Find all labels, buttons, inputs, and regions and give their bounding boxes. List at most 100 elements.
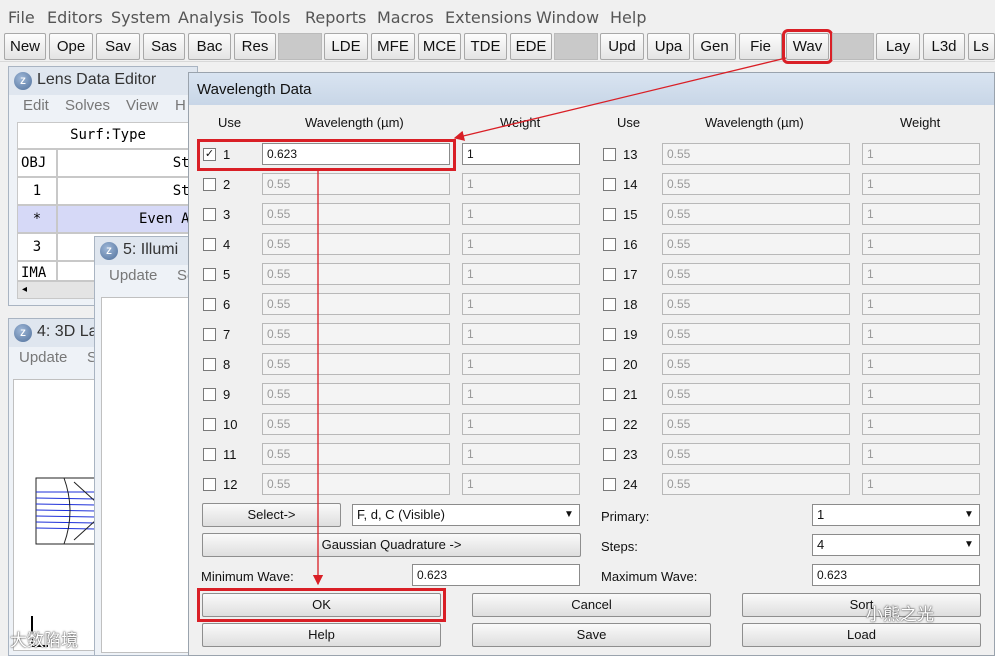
- use-checkbox[interactable]: [203, 328, 216, 341]
- tb-tde-button[interactable]: TDE: [464, 33, 507, 60]
- weight-field[interactable]: 1: [862, 473, 980, 495]
- wavelength-field[interactable]: 0.55: [262, 173, 450, 195]
- menu-tools[interactable]: Tools: [251, 8, 290, 27]
- wavelength-field[interactable]: 0.55: [262, 443, 450, 465]
- tb-mce-button[interactable]: MCE: [418, 33, 461, 60]
- tb-restore-button[interactable]: Res: [234, 33, 276, 60]
- wavelength-field[interactable]: 0.55: [262, 413, 450, 435]
- weight-field[interactable]: 1: [862, 443, 980, 465]
- lde-surf-cell[interactable]: OBJ: [17, 149, 57, 177]
- tb-upd-button[interactable]: Upd: [600, 33, 644, 60]
- lde-surf-cell[interactable]: 3: [17, 233, 57, 261]
- use-checkbox[interactable]: [203, 388, 216, 401]
- gaussian-quadrature-button[interactable]: Gaussian Quadrature ->: [202, 533, 581, 557]
- wavelength-field[interactable]: 0.55: [262, 383, 450, 405]
- wavelength-field[interactable]: 0.55: [662, 473, 850, 495]
- use-checkbox[interactable]: [603, 358, 616, 371]
- menu-editors[interactable]: Editors: [47, 8, 103, 27]
- tb-save-button[interactable]: Sav: [96, 33, 140, 60]
- weight-field[interactable]: 1: [462, 173, 580, 195]
- chevron-down-icon[interactable]: ▼: [960, 506, 978, 524]
- use-checkbox[interactable]: [603, 328, 616, 341]
- use-checkbox[interactable]: [203, 358, 216, 371]
- weight-field[interactable]: 1: [862, 323, 980, 345]
- use-checkbox[interactable]: [603, 148, 616, 161]
- weight-field[interactable]: 1: [462, 323, 580, 345]
- wavelength-field[interactable]: 0.55: [662, 293, 850, 315]
- weight-field[interactable]: 1: [462, 413, 580, 435]
- menu-system[interactable]: System: [111, 8, 171, 27]
- lde-type-cell[interactable]: Sta: [57, 177, 199, 205]
- weight-field[interactable]: 1: [862, 203, 980, 225]
- menu-reports[interactable]: Reports: [305, 8, 366, 27]
- wavelength-field[interactable]: 0.55: [662, 143, 850, 165]
- wavelength-field[interactable]: 0.55: [662, 413, 850, 435]
- use-checkbox[interactable]: [603, 418, 616, 431]
- min-wave-field[interactable]: 0.623: [412, 564, 580, 586]
- help-button[interactable]: Help: [202, 623, 441, 647]
- tb-backup-button[interactable]: Bac: [188, 33, 231, 60]
- preset-dropdown[interactable]: F, d, C (Visible) ▼: [352, 504, 580, 526]
- menu-help[interactable]: Help: [610, 8, 646, 27]
- tb-ls-button[interactable]: Ls: [968, 33, 995, 60]
- steps-dropdown[interactable]: 4 ▼: [812, 534, 980, 556]
- chevron-down-icon[interactable]: ▼: [960, 536, 978, 554]
- wavelength-field[interactable]: 0.55: [262, 233, 450, 255]
- weight-field[interactable]: 1: [862, 263, 980, 285]
- weight-field[interactable]: 1: [862, 293, 980, 315]
- use-checkbox[interactable]: [603, 388, 616, 401]
- weight-field[interactable]: 1: [862, 353, 980, 375]
- menu-extensions[interactable]: Extensions: [445, 8, 532, 27]
- layout3d-menu-update[interactable]: Update: [19, 349, 67, 366]
- weight-field[interactable]: 1: [862, 233, 980, 255]
- select-button[interactable]: Select->: [202, 503, 341, 527]
- wavelength-field[interactable]: 0.55: [262, 293, 450, 315]
- use-checkbox[interactable]: [203, 238, 216, 251]
- wavelength-field[interactable]: 0.55: [262, 203, 450, 225]
- menu-window[interactable]: Window: [536, 8, 599, 27]
- cancel-button[interactable]: Cancel: [472, 593, 711, 617]
- tb-open-button[interactable]: Ope: [49, 33, 93, 60]
- tb-upa-button[interactable]: Upa: [647, 33, 690, 60]
- lde-menu-solves[interactable]: Solves: [65, 97, 110, 114]
- use-checkbox[interactable]: [203, 178, 216, 191]
- lde-surf-cell[interactable]: IMA: [17, 261, 57, 281]
- weight-field[interactable]: 1: [862, 143, 980, 165]
- use-checkbox[interactable]: [203, 418, 216, 431]
- use-checkbox[interactable]: [603, 238, 616, 251]
- lde-menu-edit[interactable]: Edit: [23, 97, 49, 114]
- tb-fie-button[interactable]: Fie: [739, 33, 782, 60]
- load-button[interactable]: Load: [742, 623, 981, 647]
- use-checkbox[interactable]: [203, 268, 216, 281]
- wavelength-field[interactable]: 0.55: [662, 383, 850, 405]
- weight-field[interactable]: 1: [462, 353, 580, 375]
- weight-field[interactable]: 1: [462, 443, 580, 465]
- primary-dropdown[interactable]: 1 ▼: [812, 504, 980, 526]
- use-checkbox[interactable]: [203, 298, 216, 311]
- wavelength-field[interactable]: 0.55: [662, 353, 850, 375]
- menu-analysis[interactable]: Analysis: [178, 8, 244, 27]
- weight-field[interactable]: 1: [462, 293, 580, 315]
- wavelength-field[interactable]: 0.55: [262, 353, 450, 375]
- tb-l3d-button[interactable]: L3d: [923, 33, 965, 60]
- lde-type-cell[interactable]: Even As: [57, 205, 199, 233]
- weight-field[interactable]: 1: [462, 263, 580, 285]
- tb-ede-button[interactable]: EDE: [510, 33, 552, 60]
- sort-button[interactable]: Sort: [742, 593, 981, 617]
- tb-new-button[interactable]: New: [4, 33, 46, 60]
- weight-field[interactable]: 1: [462, 143, 580, 165]
- save-button[interactable]: Save: [472, 623, 711, 647]
- menu-macros[interactable]: Macros: [377, 8, 434, 27]
- tb-lay-button[interactable]: Lay: [876, 33, 920, 60]
- use-checkbox[interactable]: [603, 298, 616, 311]
- lde-type-cell[interactable]: Sta: [57, 149, 199, 177]
- use-checkbox[interactable]: [203, 448, 216, 461]
- lde-surf-cell[interactable]: *: [17, 205, 57, 233]
- lde-menu-view[interactable]: View: [126, 97, 158, 114]
- wavelength-field[interactable]: 0.55: [662, 443, 850, 465]
- tb-saveas-button[interactable]: Sas: [143, 33, 185, 60]
- lde-menu-help[interactable]: H: [175, 97, 186, 114]
- use-checkbox[interactable]: [603, 178, 616, 191]
- wavelength-field[interactable]: 0.55: [262, 323, 450, 345]
- wavelength-field[interactable]: 0.55: [262, 263, 450, 285]
